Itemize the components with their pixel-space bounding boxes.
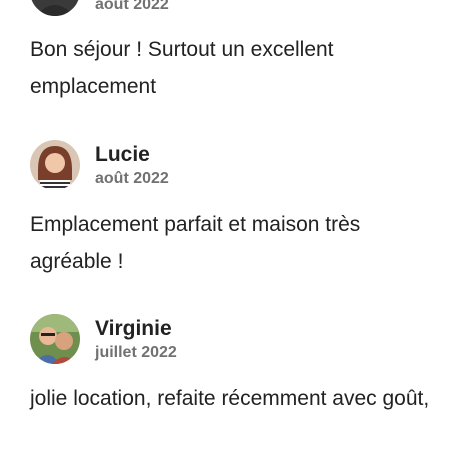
review-date: juillet 2022	[95, 344, 177, 361]
reviews-page: août 2022 Bon séjour ! Surtout un excell…	[0, 0, 450, 450]
reviewer-avatar[interactable]	[30, 140, 80, 190]
reviewer-name: Lucie	[95, 143, 150, 166]
reviewer-avatar[interactable]	[30, 0, 80, 16]
reviewer-avatar[interactable]	[30, 314, 80, 364]
reviewer-name: Virginie	[95, 317, 172, 340]
review-date: août 2022	[95, 0, 169, 13]
review-text: jolie location, refaite récemment avec g…	[30, 387, 430, 410]
review-date: août 2022	[95, 170, 169, 187]
review-text: Emplacement parfait et maison très agréa…	[30, 213, 361, 273]
review-text: Bon séjour ! Surtout un excellent emplac…	[30, 38, 334, 98]
